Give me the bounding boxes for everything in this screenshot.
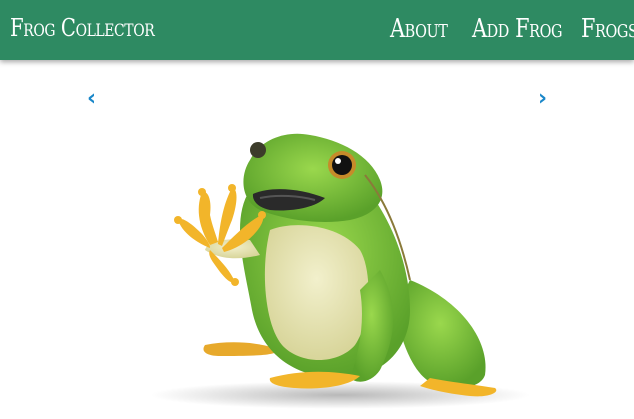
frog-photo	[150, 133, 530, 409]
navbar: Frog Collector About Add Frog Frogs	[0, 0, 634, 60]
nav-link-frogs[interactable]: Frogs	[581, 14, 634, 44]
carousel-prev-button[interactable]: ‹	[87, 88, 96, 110]
nav-link-about[interactable]: About	[390, 14, 448, 44]
frog-belly	[264, 225, 369, 360]
nav-link-add-frog[interactable]: Add Frog	[472, 14, 563, 44]
brand-link[interactable]: Frog Collector	[10, 14, 155, 42]
frog-eye-left	[250, 142, 266, 158]
frog-carousel: ‹ ›	[0, 60, 634, 419]
carousel-next-button[interactable]: ›	[538, 88, 547, 110]
